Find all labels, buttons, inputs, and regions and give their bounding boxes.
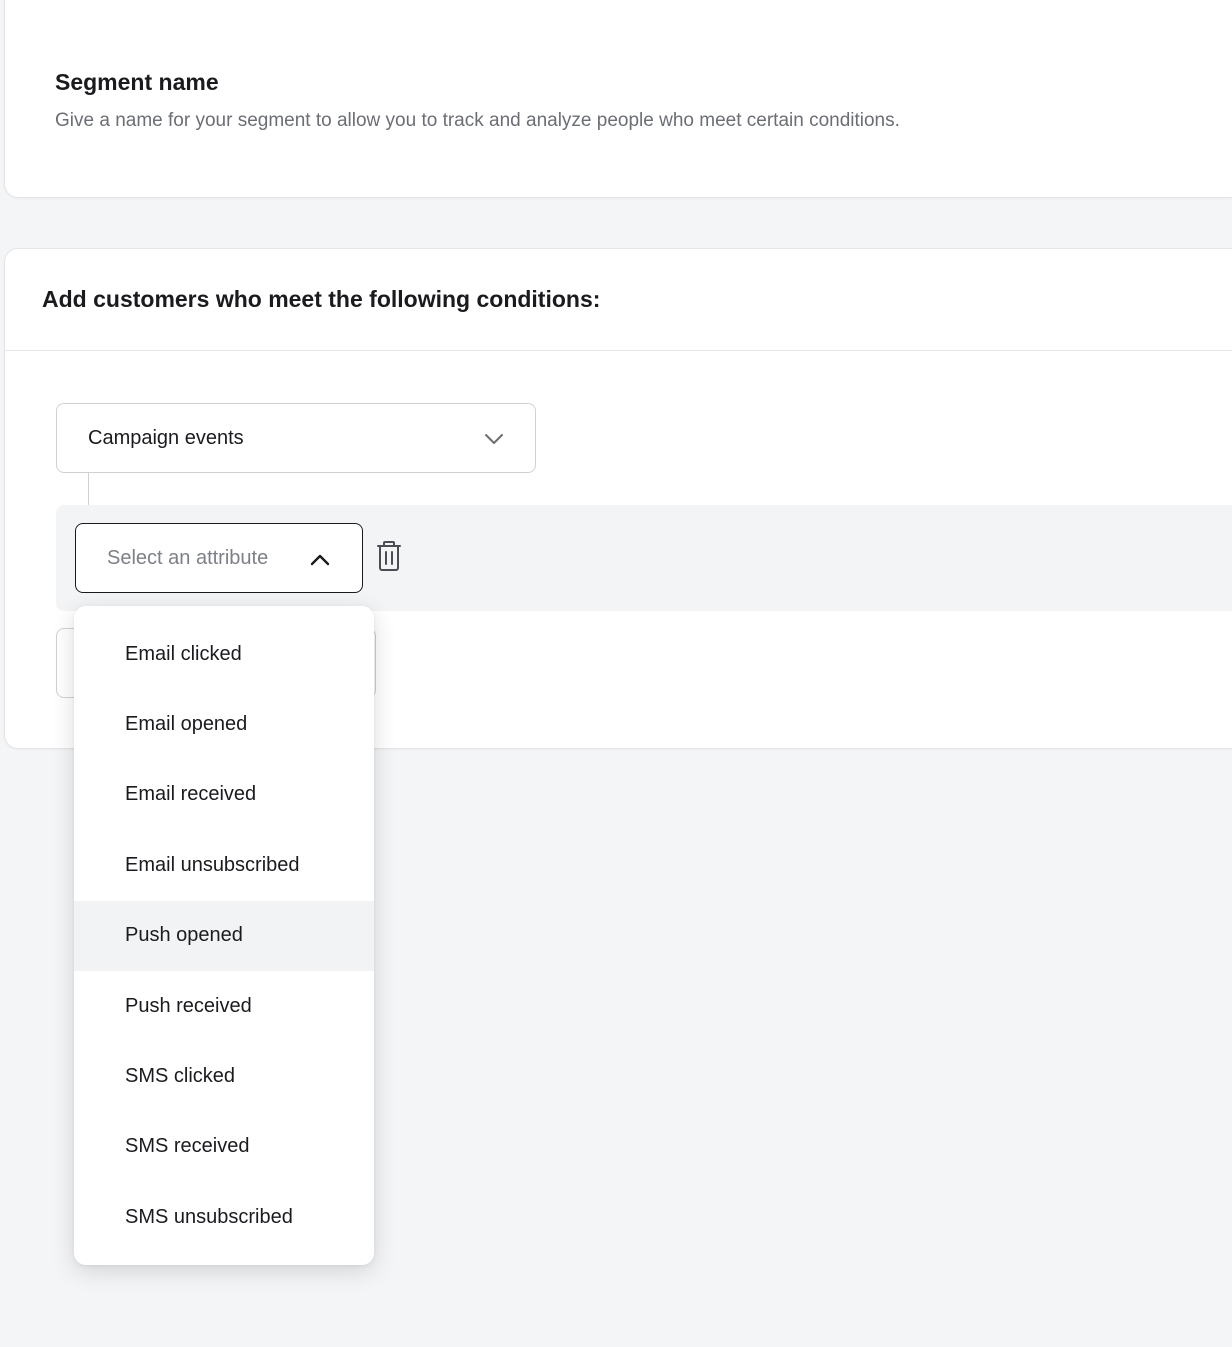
attribute-placeholder: Select an attribute [107, 546, 269, 569]
conditions-heading: Add customers who meet the following con… [42, 286, 601, 312]
option-email-received[interactable]: Email received [74, 760, 374, 830]
option-sms-received[interactable]: SMS received [74, 1112, 374, 1182]
trash-icon[interactable] [375, 540, 403, 572]
option-email-clicked[interactable]: Email clicked [74, 619, 374, 689]
chevron-down-icon [485, 434, 503, 444]
option-push-received[interactable]: Push received [74, 971, 374, 1041]
option-sms-unsubscribed[interactable]: SMS unsubscribed [74, 1182, 374, 1252]
attribute-dropdown-menu: Email clicked Email opened Email receive… [74, 606, 374, 1265]
segment-name-title: Segment name [55, 69, 219, 95]
option-sms-clicked[interactable]: SMS clicked [74, 1041, 374, 1111]
divider [5, 350, 1232, 351]
condition-row: Select an attribute [56, 505, 1232, 611]
chevron-up-icon [310, 554, 330, 566]
event-type-value: Campaign events [88, 426, 244, 449]
option-email-opened[interactable]: Email opened [74, 689, 374, 759]
event-type-select[interactable]: Campaign events [56, 403, 536, 473]
tree-connector [88, 473, 89, 505]
attribute-select[interactable]: Select an attribute [75, 523, 363, 593]
option-push-opened[interactable]: Push opened [74, 900, 374, 971]
segment-name-card: Segment name Give a name for your segmen… [4, 0, 1232, 198]
segment-name-description: Give a name for your segment to allow yo… [55, 110, 900, 131]
option-email-unsubscribed[interactable]: Email unsubscribed [74, 830, 374, 900]
